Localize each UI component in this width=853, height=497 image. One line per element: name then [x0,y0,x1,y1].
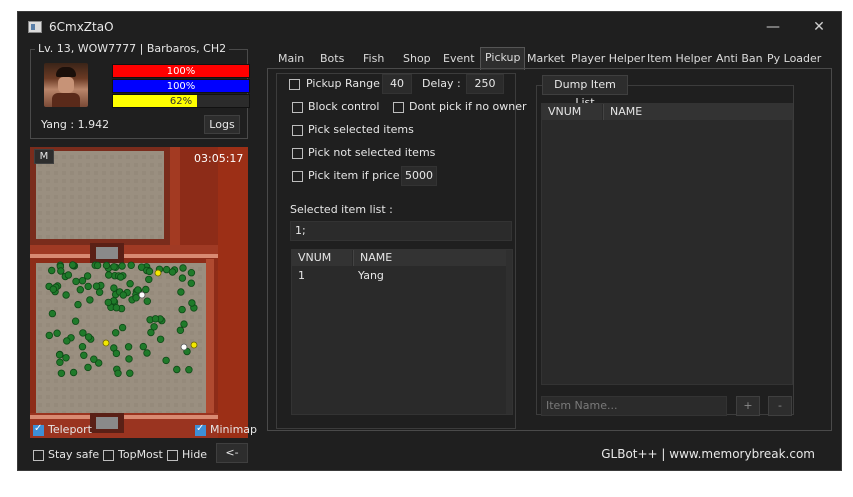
table-row[interactable]: 1 Yang [292,269,508,283]
block-control-checkbox[interactable] [292,102,303,113]
footer-credit: GLBot++ | www.memorybreak.com [601,447,815,461]
tab-player-helper[interactable]: Player Helper [571,50,645,68]
hp-bar: 100% [112,64,250,78]
dump-items-table[interactable]: VNUM NAME [541,103,793,385]
hp-bar-label: 100% [166,66,196,77]
exp-bar: 62% [112,94,250,108]
hide-label: Hide [182,448,208,461]
exp-bar-label: 62% [169,96,193,107]
delay-label: Delay : [422,77,461,90]
selected-list-input[interactable]: 1; [290,221,512,241]
minimap-label: Minimap [210,423,258,436]
dump-col-vnum-header[interactable]: VNUM [542,104,602,120]
price-input[interactable]: 5000 [401,166,437,186]
pickup-range-label: Pickup Range : [304,77,390,90]
tab-item-helper[interactable]: Item Helper [647,50,712,68]
tab-main[interactable]: Main [278,50,304,68]
game-clock: 03:05:17 [194,152,244,165]
minimap-checkbox[interactable] [195,423,206,436]
pickup-panel: Pickup Range : 40 Delay : 250 Block cont… [267,68,832,431]
pickup-range-input[interactable]: 40 [382,74,412,94]
minimap-mode-button[interactable]: M [34,149,54,164]
pick-price-checkbox[interactable] [292,171,303,182]
minimap-render [30,147,248,438]
mp-bar-label: 100% [166,81,196,92]
hide-checkbox[interactable] [167,450,178,461]
tab-event[interactable]: Event [443,50,475,68]
block-control-label: Block control [308,100,380,113]
tab-py-loader[interactable]: Py Loader [767,50,821,68]
pick-selected-checkbox[interactable] [292,125,303,136]
mp-bar: 100% [112,79,250,93]
col-vnum-header[interactable]: VNUM [292,250,352,266]
tab-market[interactable]: Market [527,50,565,68]
table-scrollbar[interactable] [506,250,512,414]
dump-col-name-header[interactable]: NAME [603,104,792,120]
close-button[interactable]: ✕ [804,16,834,38]
window-title: 6CmxZtaO [49,20,114,34]
tab-shop[interactable]: Shop [403,50,431,68]
remove-item-button[interactable]: - [768,396,792,416]
delay-input[interactable]: 250 [466,74,504,94]
app-window: 6CmxZtaO — ✕ Lv. 13, WOW7777 | Barbaros,… [17,11,842,471]
row-vnum: 1 [298,269,305,282]
topmost-label: TopMost [118,448,163,461]
logs-button[interactable]: Logs [204,115,240,134]
minimap[interactable]: M 03:05:17 [30,147,248,438]
pickup-range-checkbox[interactable] [289,79,300,90]
item-name-search-input[interactable]: Item Name... [541,396,727,416]
app-icon [28,21,42,33]
stay-safe-checkbox[interactable] [33,450,44,461]
dump-item-list-button[interactable]: Dump Item List [542,75,628,109]
teleport-checkbox[interactable] [33,423,44,436]
title-bar: 6CmxZtaO — ✕ [18,12,841,42]
pick-price-label: Pick item if price > [308,169,413,182]
character-info-title: Lv. 13, WOW7777 | Barbaros, CH2 [35,42,230,55]
selected-items-table[interactable]: VNUM NAME 1 Yang [291,249,513,415]
topmost-checkbox[interactable] [103,450,114,461]
col-name-header[interactable]: NAME [353,250,508,266]
minimize-button[interactable]: — [758,16,788,38]
pick-not-selected-label: Pick not selected items [308,146,436,159]
character-status-group: Lv. 13, WOW7777 | Barbaros, CH2 100% 100… [30,42,250,139]
character-portrait [44,63,88,107]
row-name: Yang [358,269,384,282]
add-item-button[interactable]: + [736,396,760,416]
tab-pickup[interactable]: Pickup [480,47,526,70]
stay-safe-label: Stay safe [48,448,100,461]
selected-list-label: Selected item list : [290,203,393,216]
dont-pick-label: Dont pick if no owner [409,100,527,113]
dont-pick-checkbox[interactable] [393,102,404,113]
yang-amount: Yang : 1.942 [41,118,110,131]
tab-bots[interactable]: Bots [320,50,344,68]
pick-not-selected-checkbox[interactable] [292,148,303,159]
pick-selected-label: Pick selected items [308,123,414,136]
collapse-button[interactable]: <- [216,443,248,463]
tab-fish[interactable]: Fish [363,50,384,68]
tab-anti-ban[interactable]: Anti Ban [716,50,763,68]
teleport-label: Teleport [48,423,92,436]
